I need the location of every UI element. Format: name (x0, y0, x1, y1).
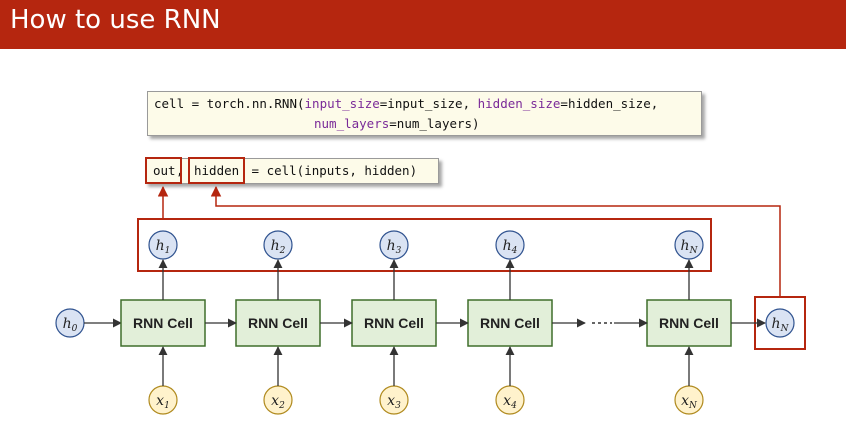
hidden-output-node-2-subscript: 2 (279, 246, 286, 256)
hidden-output-node-1-symbol: h (156, 238, 165, 254)
initial-hidden-node-symbol: h (63, 316, 72, 332)
hidden-output-node-3-subscript: 3 (396, 246, 402, 256)
rnn-unrolled-diagram: h0 RNN Cellh1x1RNN Cellh2x2RNN Cellh3x3RN… (55, 185, 806, 415)
rnn-cell-label: RNN Cell (659, 315, 719, 331)
rnn-cell-label: RNN Cell (480, 315, 540, 331)
hidden-output-node-5-subscript: N (689, 246, 699, 256)
hidden-output-node-1-subscript: 1 (165, 246, 171, 256)
input-node-1-symbol: x (156, 393, 164, 409)
input-node-4-subscript: 4 (510, 401, 517, 411)
input-node-3-symbol: x (387, 393, 395, 409)
input-node-4-symbol: x (503, 393, 511, 409)
final-hidden-node-symbol: h (772, 316, 781, 332)
rnn-cell-label: RNN Cell (364, 315, 424, 331)
final-hidden-node-subscript: N (780, 324, 790, 334)
rnn-cell-label: RNN Cell (248, 315, 308, 331)
initial-hidden-node-subscript: 0 (72, 324, 78, 334)
hidden-output-node-4-symbol: h (503, 238, 512, 254)
input-node-5-symbol: x (681, 393, 689, 409)
hidden-output-node-3-symbol: h (387, 238, 396, 254)
hidden-output-node-5-symbol: h (681, 238, 690, 254)
input-node-2-symbol: x (271, 393, 279, 409)
input-node-1-subscript: 1 (164, 401, 170, 411)
input-node-3-subscript: 3 (395, 401, 401, 411)
rnn-cell-label: RNN Cell (133, 315, 193, 331)
input-node-5-subscript: N (688, 401, 698, 411)
hidden-output-node-4-subscript: 4 (511, 246, 518, 256)
hidden-output-node-2-symbol: h (271, 238, 280, 254)
hidden-outputs-highlight-box (137, 218, 712, 272)
input-node-2-subscript: 2 (278, 401, 285, 411)
